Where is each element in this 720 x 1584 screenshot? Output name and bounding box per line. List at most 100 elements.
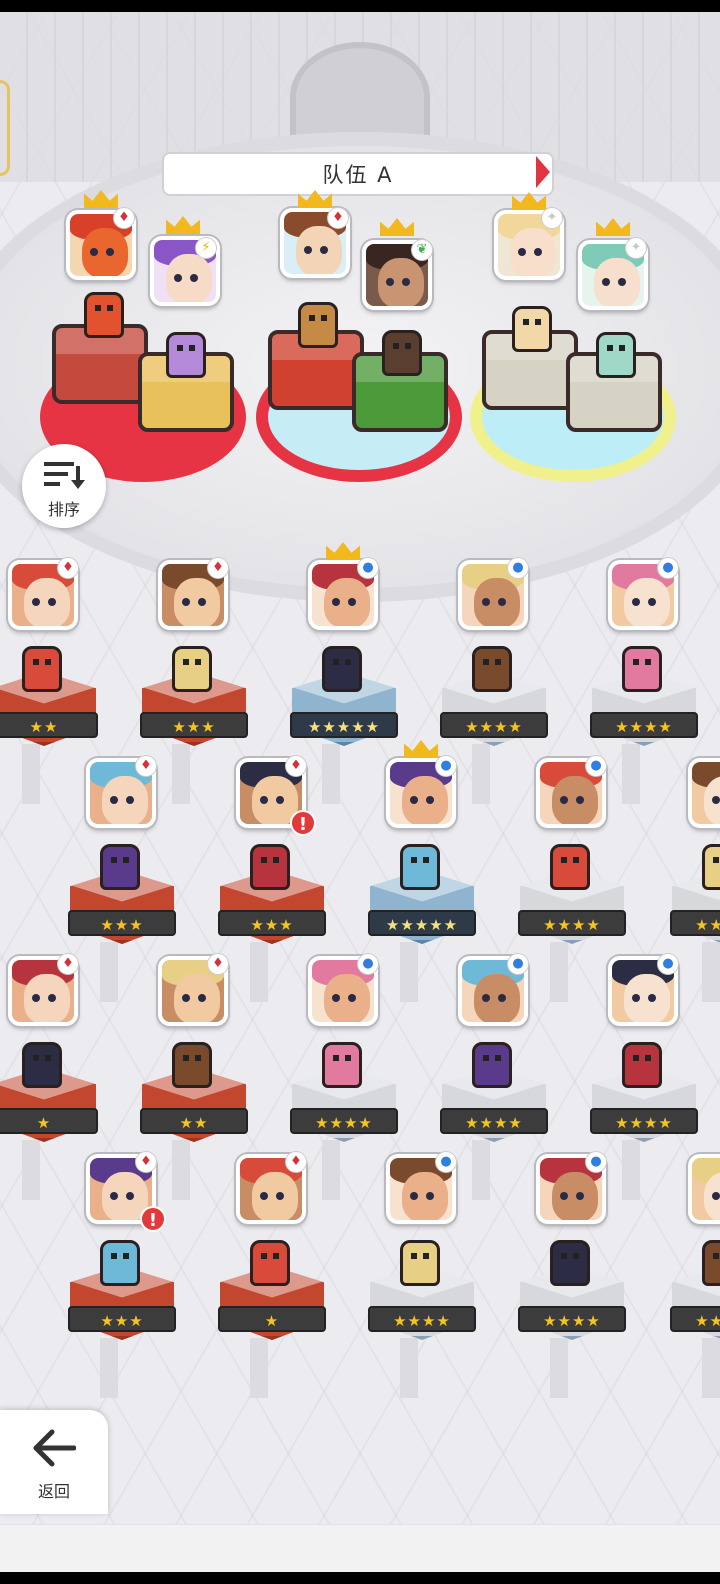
portrait-eyes: [260, 796, 268, 804]
card-red-icon: ♦: [136, 1152, 156, 1172]
hero-sprite[interactable]: [322, 1042, 362, 1088]
hero-sprite[interactable]: [100, 844, 140, 890]
portrait-eyes: [332, 598, 340, 606]
portrait-eyes: [182, 598, 190, 606]
pedestal-stem: [702, 942, 720, 1002]
portrait-eyes: [386, 278, 394, 286]
portrait-eyes: [518, 248, 526, 256]
portrait-eyes: [260, 1192, 268, 1200]
pedestal-stem: [400, 942, 418, 1002]
back-arrow-icon: [33, 1429, 76, 1467]
hero-sprite[interactable]: [622, 646, 662, 692]
alert-icon[interactable]: !: [290, 810, 316, 836]
back-button[interactable]: 返回: [0, 1410, 108, 1514]
star-rating: ★: [218, 1306, 326, 1332]
star-rating: ★★★★: [518, 910, 626, 936]
hero-sprite[interactable]: [172, 646, 212, 692]
hero-sprite[interactable]: [400, 844, 440, 890]
blue-dot-icon: ●: [658, 558, 678, 578]
hero-sprite[interactable]: [702, 1240, 720, 1286]
hero-sprite[interactable]: [172, 1042, 212, 1088]
banner-right-arrow-icon[interactable]: [536, 156, 550, 188]
portrait-face: [174, 974, 220, 1022]
blue-dot-icon: ●: [508, 558, 528, 578]
team-title-banner: 队伍 A: [162, 152, 554, 196]
hero-sprite[interactable]: [472, 646, 512, 692]
portrait-eyes: [482, 598, 490, 606]
hero-portrait[interactable]: [688, 1154, 720, 1224]
hero-sprite[interactable]: [250, 844, 290, 890]
hero-sprite[interactable]: [702, 844, 720, 890]
portrait-eyes: [182, 994, 190, 1002]
hero-sprite[interactable]: [22, 1042, 62, 1088]
portrait-eyes: [632, 994, 640, 1002]
team-slot-1-sprite[interactable]: [84, 292, 124, 338]
portrait-eyes: [32, 994, 40, 1002]
team-title: 队伍 A: [322, 163, 394, 187]
blue-dot-icon: ●: [358, 954, 378, 974]
pedestal-stem: [550, 942, 568, 1002]
hero-sprite[interactable]: [472, 1042, 512, 1088]
star-rating: ★★: [140, 1108, 248, 1134]
star-rating: ★★★★★: [290, 712, 398, 738]
star-rating: ★★★★: [440, 712, 548, 738]
hero-sprite[interactable]: [550, 1240, 590, 1286]
portrait-face: [24, 578, 70, 626]
portrait-face: [102, 776, 148, 824]
sort-label: 排序: [47, 500, 80, 519]
pedestal-stem: [172, 1140, 190, 1200]
star-rating: ★★★: [68, 1306, 176, 1332]
pedestal-stem: [250, 942, 268, 1002]
sparkle-icon: ✦: [542, 208, 562, 228]
pedestal-stem: [100, 942, 118, 1002]
pedestal-stem: [550, 1338, 568, 1398]
portrait-eyes: [482, 994, 490, 1002]
hero-sprite[interactable]: [22, 646, 62, 692]
blue-dot-icon: ●: [658, 954, 678, 974]
hero-portrait[interactable]: [688, 758, 720, 828]
portrait-face: [624, 974, 670, 1022]
portrait-face: [24, 974, 70, 1022]
portrait-eyes: [602, 278, 610, 286]
pedestal-stem: [622, 744, 640, 804]
star-rating: ★★★★: [518, 1306, 626, 1332]
lightning-icon: ⚡: [196, 238, 216, 258]
alert-icon[interactable]: !: [140, 1206, 166, 1232]
hero-sprite[interactable]: [322, 646, 362, 692]
portrait-face: [296, 226, 342, 274]
pedestal-stem: [22, 1140, 40, 1200]
star-rating: ★★: [0, 712, 98, 738]
blue-dot-icon: ●: [436, 756, 456, 776]
pedestal-stem: [472, 744, 490, 804]
team-slot-6-sprite[interactable]: [596, 332, 636, 378]
star-rating: ★★★: [140, 712, 248, 738]
pedestal-stem: [472, 1140, 490, 1200]
team-slot-3-sprite[interactable]: [298, 302, 338, 348]
crown-icon: [404, 740, 438, 758]
portrait-face: [324, 578, 370, 626]
side-tab[interactable]: [0, 80, 10, 176]
hero-sprite[interactable]: [100, 1240, 140, 1286]
portrait-face: [402, 1172, 448, 1220]
pedestal-stem: [622, 1140, 640, 1200]
portrait-face: [166, 254, 212, 302]
sparkle-icon: ✦: [626, 238, 646, 258]
hero-sprite[interactable]: [550, 844, 590, 890]
portrait-face: [552, 1172, 598, 1220]
star-rating: ★★★★: [670, 1306, 720, 1332]
hero-sprite[interactable]: [622, 1042, 662, 1088]
team-slot-5-sprite[interactable]: [512, 306, 552, 352]
blue-dot-icon: ●: [586, 756, 606, 776]
hero-sprite[interactable]: [250, 1240, 290, 1286]
game-stage: 队伍 A ♦ ⚡ ♦ ❦ ✦ ✦ 排序 ★★ ♦ ★★★ ♦ ★★★★★ ● ★…: [0, 12, 720, 1572]
star-rating: ★★★★: [368, 1306, 476, 1332]
portrait-eyes: [32, 598, 40, 606]
hero-sprite[interactable]: [400, 1240, 440, 1286]
team-slot-4-sprite[interactable]: [382, 330, 422, 376]
team-slot-2-sprite[interactable]: [166, 332, 206, 378]
blue-dot-icon: ●: [586, 1152, 606, 1172]
blue-dot-icon: ●: [508, 954, 528, 974]
sort-button[interactable]: 排序: [22, 444, 106, 528]
card-red-icon: ♦: [208, 954, 228, 974]
pedestal-stem: [322, 744, 340, 804]
